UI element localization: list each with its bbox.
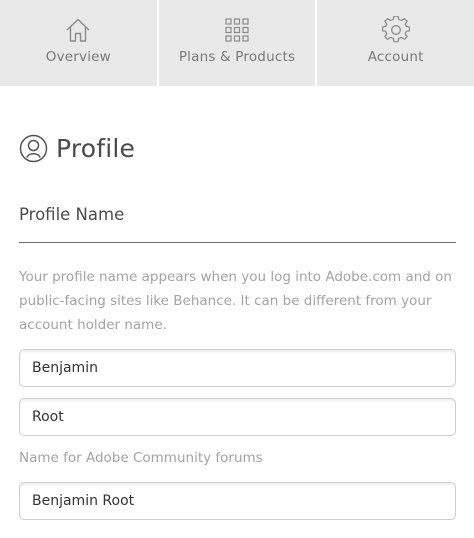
first-name-input[interactable] <box>19 349 456 387</box>
home-icon <box>64 16 92 44</box>
nav-account-label: Account <box>367 49 424 65</box>
nav-overview[interactable]: Overview <box>0 0 157 86</box>
nav-overview-label: Overview <box>45 49 111 65</box>
grid-icon <box>223 16 251 44</box>
gear-icon <box>381 16 410 44</box>
profile-header: Profile <box>19 128 456 168</box>
profile-name-heading: Profile Name <box>19 202 456 243</box>
page-title: Profile <box>56 133 136 163</box>
nav-plans-products[interactable]: Plans & Products <box>156 0 316 86</box>
profile-section: Profile Profile Name Your profile name a… <box>19 128 456 520</box>
profile-name-help-text: Your profile name appears when you log i… <box>19 269 452 333</box>
nav-plans-products-label: Plans & Products <box>178 49 296 65</box>
nav-account[interactable]: Account <box>315 0 474 86</box>
user-circle-icon <box>19 134 48 163</box>
forum-name-input[interactable] <box>19 482 456 520</box>
last-name-input[interactable] <box>19 398 456 436</box>
top-navigation: Overview Plans & Products Account <box>0 0 474 86</box>
forum-name-label: Name for Adobe Community forums <box>19 450 263 466</box>
